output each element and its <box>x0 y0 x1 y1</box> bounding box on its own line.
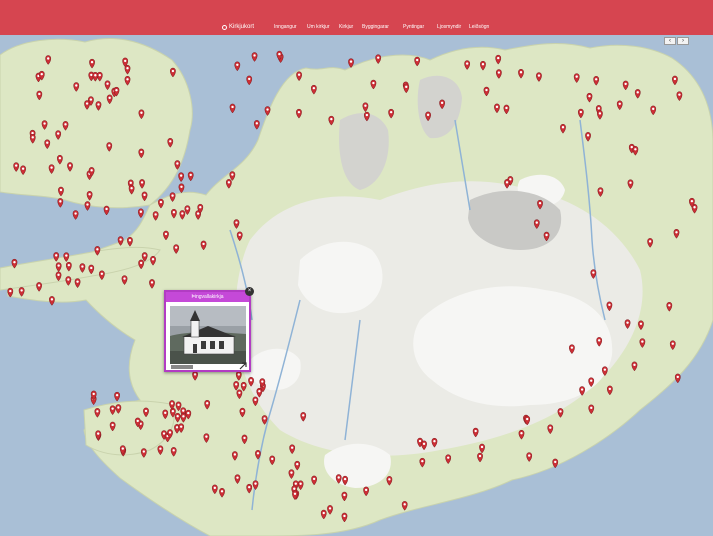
church-window <box>219 341 224 349</box>
photo-caption-bar <box>171 365 193 369</box>
nav-item[interactable]: Ljosmyndir <box>437 24 461 30</box>
church-window <box>210 341 215 349</box>
iceland-map[interactable] <box>0 0 713 536</box>
church-window <box>201 341 206 349</box>
logo-icon <box>222 24 227 30</box>
nav-item[interactable]: Inngangur <box>274 24 297 30</box>
photo-clouds <box>170 306 246 326</box>
nav-item[interactable]: Leiðsögn <box>469 24 489 30</box>
glacier <box>298 241 383 314</box>
nav-item[interactable]: Pyntingar <box>403 24 424 30</box>
church-popup[interactable]: Þingvallakirkja × <box>164 287 254 372</box>
expand-arrow-icon[interactable] <box>239 362 247 370</box>
westfjords <box>0 38 193 209</box>
church-body <box>183 335 235 355</box>
map-prev-button[interactable]: ‹ <box>664 37 676 45</box>
nav-item[interactable]: Um kirkjur <box>307 24 330 30</box>
popup-title: Þingvallakirkja <box>166 292 249 302</box>
nav-item[interactable]: Byggingarar <box>362 24 389 30</box>
close-icon[interactable]: × <box>245 287 254 296</box>
church-photo[interactable] <box>170 306 246 364</box>
church-tower <box>190 319 200 338</box>
nav-item[interactable]: Kirkjur <box>339 24 353 30</box>
map-next-button[interactable]: › <box>677 37 689 45</box>
top-navigation-bar: Kirkjukort Inngangur Um kirkjur Kirkjur … <box>0 0 713 35</box>
brand-text: Kirkjukort <box>229 24 255 30</box>
church-door <box>193 344 197 353</box>
site-logo[interactable]: Kirkjukort <box>222 24 254 30</box>
